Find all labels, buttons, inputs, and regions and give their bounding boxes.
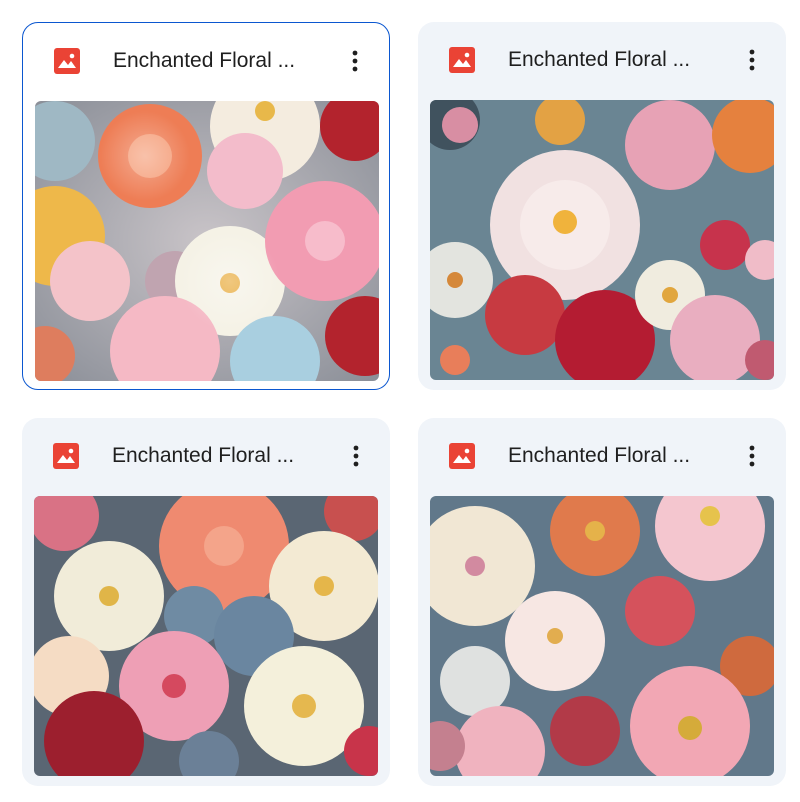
file-name[interactable]: Enchanted Floral ... <box>112 442 322 470</box>
image-thumbnail[interactable] <box>430 496 774 776</box>
more-options-icon[interactable] <box>734 42 770 78</box>
image-file-icon <box>53 443 79 469</box>
file-card-header[interactable]: Enchanted Floral ... <box>418 22 786 100</box>
file-card[interactable]: Enchanted Floral ... <box>22 418 390 786</box>
file-card-header[interactable]: Enchanted Floral ... <box>22 418 390 496</box>
image-thumbnail[interactable] <box>34 496 378 776</box>
image-file-icon <box>54 48 80 74</box>
file-name[interactable]: Enchanted Floral ... <box>113 47 323 75</box>
file-card-header[interactable]: Enchanted Floral ... <box>418 418 786 496</box>
more-options-icon[interactable] <box>338 438 374 474</box>
file-card[interactable]: Enchanted Floral ... <box>418 22 786 390</box>
image-file-icon <box>449 47 475 73</box>
more-options-icon[interactable] <box>337 43 373 79</box>
image-thumbnail[interactable] <box>35 101 379 381</box>
file-name[interactable]: Enchanted Floral ... <box>508 46 718 74</box>
file-card[interactable]: Enchanted Floral ... <box>22 22 390 390</box>
file-card-header[interactable]: Enchanted Floral ... <box>23 23 389 101</box>
file-card[interactable]: Enchanted Floral ... <box>418 418 786 786</box>
image-file-icon <box>449 443 475 469</box>
image-thumbnail[interactable] <box>430 100 774 380</box>
file-name[interactable]: Enchanted Floral ... <box>508 442 718 470</box>
more-options-icon[interactable] <box>734 438 770 474</box>
